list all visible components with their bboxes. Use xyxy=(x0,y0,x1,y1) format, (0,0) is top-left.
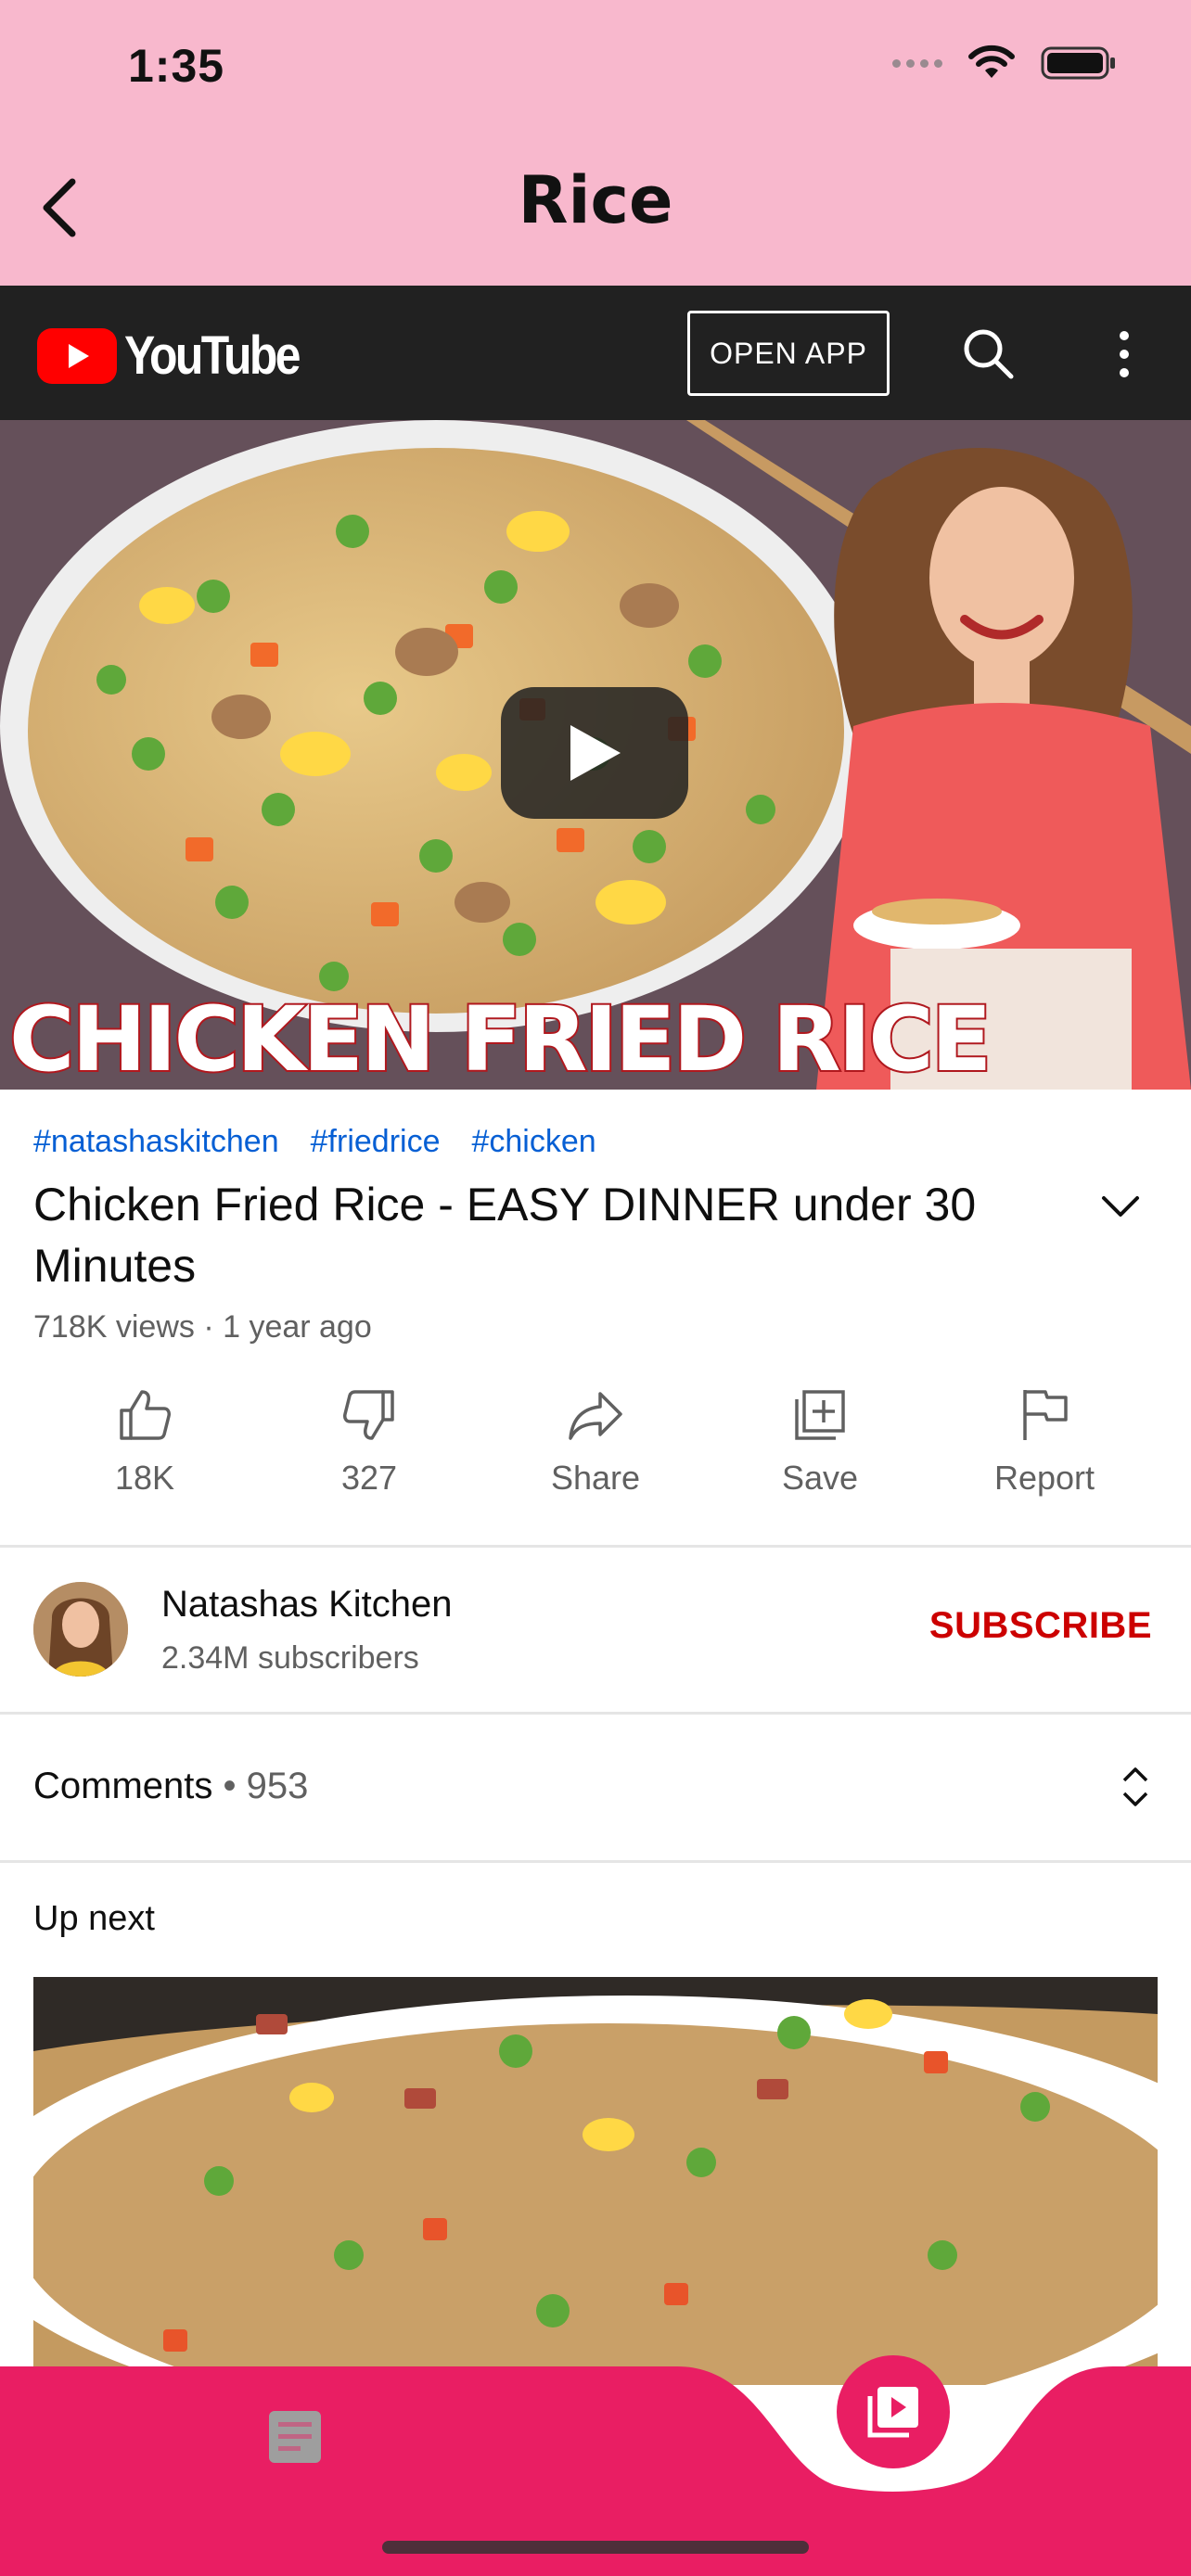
comments-count: 953 xyxy=(246,1766,309,1806)
thumbnail-caption: CHICKEN FRIED RICE xyxy=(7,986,993,1090)
report-button[interactable]: Report xyxy=(952,1386,1137,1498)
share-button[interactable]: Share xyxy=(503,1386,688,1498)
unfold-more-icon[interactable] xyxy=(1119,1766,1152,1808)
hashtag-link[interactable]: #friedrice xyxy=(311,1124,441,1160)
dislike-button[interactable]: 327 xyxy=(276,1386,462,1498)
youtube-play-logo-icon xyxy=(37,327,117,384)
play-button[interactable] xyxy=(501,687,688,819)
up-next-thumbnail[interactable] xyxy=(33,1977,1158,2385)
video-title[interactable]: Chicken Fried Rice - EASY DINNER under 3… xyxy=(33,1174,1054,1296)
wifi-icon xyxy=(968,45,1015,78)
comments-separator: • xyxy=(212,1766,247,1806)
comments-label: Comments xyxy=(33,1766,213,1806)
channel-avatar-image xyxy=(33,1582,128,1677)
play-icon xyxy=(570,725,621,781)
video-player[interactable]: CHICKEN FRIED RICE xyxy=(0,420,1191,1090)
thumb-up-icon xyxy=(120,1390,171,1440)
subscribe-button[interactable]: SUBSCRIBE xyxy=(929,1605,1152,1647)
channel-avatar[interactable] xyxy=(33,1582,128,1677)
share-icon xyxy=(569,1392,622,1440)
save-icon xyxy=(795,1390,845,1440)
share-label: Share xyxy=(550,1459,641,1497)
like-count: 18K xyxy=(114,1459,175,1497)
report-label: Report xyxy=(993,1459,1095,1497)
hashtag-link[interactable]: #natashaskitchen xyxy=(33,1124,279,1160)
open-app-button[interactable]: OPEN APP xyxy=(687,311,890,396)
save-label: Save xyxy=(781,1459,859,1497)
youtube-logo-text: YouTube xyxy=(124,325,301,386)
subscriber-count: 2.34M subscribers xyxy=(161,1640,419,1676)
channel-name[interactable]: Natashas Kitchen xyxy=(161,1584,453,1626)
youtube-bar: YouTube OPEN APP xyxy=(0,286,1191,420)
signal-icon xyxy=(892,58,942,68)
video-actions: 18K 327 Share Save Report xyxy=(0,1386,1191,1516)
divider xyxy=(0,1860,1191,1863)
dislike-count: 327 xyxy=(340,1459,398,1497)
status-time: 1:35 xyxy=(128,40,225,92)
video-meta: 718K views · 1 year ago xyxy=(33,1309,372,1345)
hashtag-list: #natashaskitchen #friedrice #chicken xyxy=(33,1124,596,1160)
like-button[interactable]: 18K xyxy=(52,1386,237,1498)
divider xyxy=(0,1545,1191,1548)
thumb-down-icon xyxy=(343,1390,394,1440)
status-icons xyxy=(892,45,1117,82)
video-library-button[interactable] xyxy=(837,2355,950,2468)
home-indicator xyxy=(382,2541,809,2554)
more-vert-icon[interactable] xyxy=(1115,326,1133,382)
battery-icon xyxy=(1041,46,1115,80)
up-next-thumbnail-image xyxy=(33,1977,1158,2385)
app-header: 1:35 Rice xyxy=(0,0,1191,286)
comments-header[interactable]: Comments • 953 xyxy=(33,1766,308,1807)
save-button[interactable]: Save xyxy=(727,1386,913,1498)
flag-icon xyxy=(1023,1390,1068,1440)
up-next-heading: Up next xyxy=(33,1899,155,1938)
page-title: Rice xyxy=(518,162,673,238)
chevron-down-icon[interactable] xyxy=(1100,1192,1141,1220)
video-library-icon xyxy=(867,2387,918,2438)
article-icon[interactable] xyxy=(269,2411,321,2463)
hashtag-link[interactable]: #chicken xyxy=(471,1124,596,1160)
search-icon[interactable] xyxy=(961,326,1017,382)
divider xyxy=(0,1712,1191,1715)
youtube-logo[interactable]: YouTube xyxy=(37,325,327,387)
